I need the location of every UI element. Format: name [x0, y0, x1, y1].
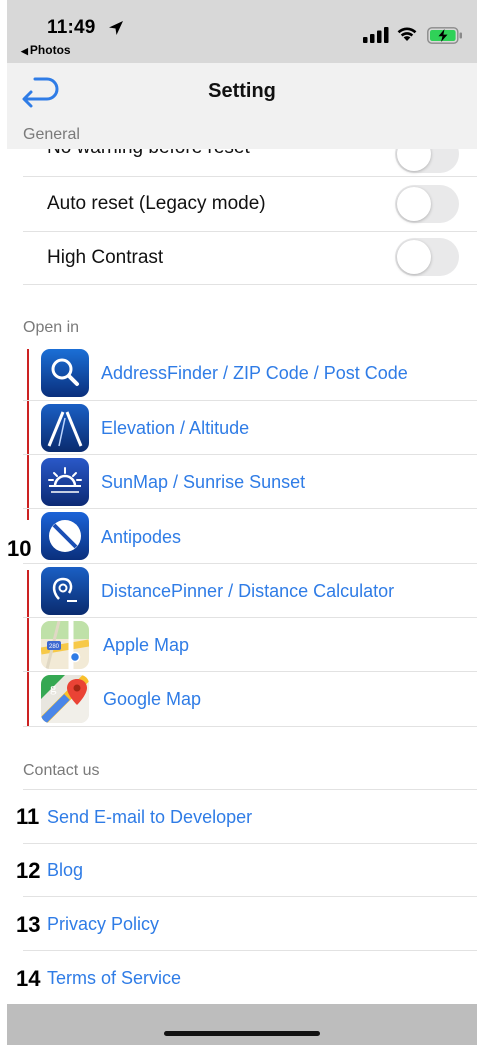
open-in-row-google-map[interactable]: g Google Map: [23, 672, 483, 727]
toggle-high-contrast[interactable]: [395, 238, 459, 276]
toggle-label-high-contrast: High Contrast: [47, 247, 164, 268]
sunrise-icon: [41, 458, 89, 506]
open-in-row-distancepinner[interactable]: DistancePinner / Distance Calculator: [23, 564, 483, 618]
contact-row-email[interactable]: Send E-mail to Developer: [23, 789, 483, 844]
open-in-label: Elevation / Altitude: [101, 418, 250, 438]
contact-row-blog[interactable]: Blog: [23, 843, 483, 897]
page-title: Setting: [208, 80, 276, 102]
toggle-auto-reset[interactable]: [395, 185, 459, 223]
blog-link[interactable]: Blog: [47, 860, 83, 881]
open-in-row-addressfinder[interactable]: AddressFinder / ZIP Code / Post Code: [23, 346, 483, 401]
open-in-row-antipodes[interactable]: Antipodes: [23, 509, 483, 564]
open-in-label: Apple Map: [103, 635, 190, 655]
back-triangle-icon: ◀: [21, 46, 28, 56]
toggle-no-warning[interactable]: [395, 149, 459, 173]
magnifier-icon: [41, 349, 89, 397]
distance-pin-icon: [41, 567, 89, 615]
left-edge: [0, 0, 7, 1045]
annotation-number-11: 11: [16, 804, 40, 829]
antipodes-globe-icon: [41, 512, 89, 560]
home-indicator[interactable]: [164, 1031, 320, 1036]
screen: 11:49 ◀ Photos Setting General Auto rese…: [0, 0, 483, 1045]
cellular-signal-icon: [363, 27, 389, 43]
section-header-open-in-label: Open in: [23, 319, 80, 336]
right-edge: [477, 0, 483, 1045]
section-header-open-in: Open in: [7, 318, 477, 342]
apple-maps-icon: 280: [41, 621, 89, 669]
section-header-contact-label: Contact us: [23, 762, 100, 779]
open-in-label: AddressFinder / ZIP Code / Post Code: [101, 363, 408, 383]
status-time: 11:49: [47, 17, 96, 38]
google-maps-icon: g: [41, 675, 89, 723]
toggle-knob: [397, 240, 431, 274]
contact-row-privacy[interactable]: Privacy Policy: [23, 897, 483, 951]
open-in-row-apple-map[interactable]: 280 Apple Map: [23, 618, 483, 672]
toggle-label-no-warning: No warning before reset: [47, 149, 250, 159]
open-in-label: SunMap / Sunrise Sunset: [101, 472, 306, 492]
status-bar: 11:49 ◀ Photos: [7, 0, 477, 63]
section-header-general-label: General: [23, 126, 80, 143]
wifi-icon: [397, 27, 417, 41]
annotation-number-14: 14: [16, 966, 41, 991]
toggle-knob: [397, 187, 431, 221]
home-indicator-area: [7, 1004, 477, 1045]
section-header-contact: Contact us: [7, 761, 477, 785]
navigation-bar: Setting: [7, 63, 477, 121]
svg-text:g: g: [50, 680, 57, 695]
battery-charging-icon: [427, 27, 462, 44]
annotation-number-12: 12: [16, 858, 41, 883]
email-developer-link[interactable]: Send E-mail to Developer: [47, 807, 252, 828]
open-in-label: Antipodes: [101, 527, 182, 547]
toggle-label-auto-reset: Auto reset (Legacy mode): [47, 193, 266, 214]
toggle-row-high-contrast: High Contrast: [23, 232, 483, 285]
annotation-number-13: 13: [16, 912, 41, 937]
back-to-app-link[interactable]: ◀ Photos: [21, 43, 71, 57]
back-app-label: Photos: [29, 43, 71, 57]
road-perspective-icon: [41, 404, 89, 452]
location-arrow-icon: [109, 21, 123, 35]
privacy-policy-link[interactable]: Privacy Policy: [47, 914, 159, 935]
open-in-row-sunmap[interactable]: SunMap / Sunrise Sunset: [23, 455, 483, 509]
open-in-label: Google Map: [103, 689, 202, 709]
svg-text:280: 280: [49, 644, 60, 650]
open-in-row-elevation[interactable]: Elevation / Altitude: [23, 401, 483, 455]
toggle-row-auto-reset: Auto reset (Legacy mode): [23, 177, 483, 232]
terms-of-service-link[interactable]: Terms of Service: [47, 968, 181, 989]
contact-row-terms[interactable]: Terms of Service: [23, 951, 483, 1004]
toggle-knob: [397, 149, 431, 171]
section-header-general: General: [7, 121, 477, 149]
open-in-label: DistancePinner / Distance Calculator: [101, 581, 395, 601]
toggle-row-no-warning: No warning before reset: [23, 149, 483, 177]
